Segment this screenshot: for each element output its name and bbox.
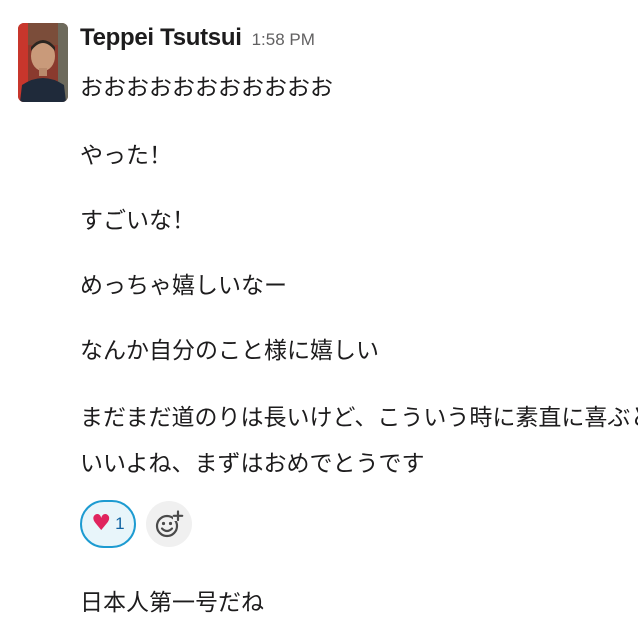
add-reaction-button[interactable] <box>146 501 192 547</box>
followup-message-line: 日本人第一号だね <box>80 590 264 616</box>
message-line: いいよね、まずはおめでとうです <box>80 451 425 477</box>
reaction-heart-button[interactable]: ♥ 1 <box>80 500 136 548</box>
message: Teppei Tsutsui 1:58 PM おおおおおおおおおおお やった！ … <box>0 0 638 638</box>
message-header: Teppei Tsutsui 1:58 PM <box>80 24 315 52</box>
add-emoji-icon <box>155 510 184 538</box>
message-line: おおおおおおおおおおお <box>80 75 333 101</box>
avatar[interactable] <box>18 23 68 102</box>
timestamp[interactable]: 1:58 PM <box>252 30 315 50</box>
message-line: やった！ <box>80 143 172 169</box>
reaction-count: 1 <box>115 514 125 533</box>
message-line: まだまだ道のりは長いけど、こういう時に素直に喜ぶと <box>80 405 638 431</box>
avatar-photo <box>18 23 68 102</box>
message-line: すごいな！ <box>80 208 195 234</box>
author-name[interactable]: Teppei Tsutsui <box>80 24 242 52</box>
heart-emoji-icon: ♥ <box>91 511 112 536</box>
message-line: めっちゃ嬉しいなー <box>80 273 287 299</box>
message-line: なんか自分のこと様に嬉しい <box>80 338 379 364</box>
reactions-bar: ♥ 1 <box>80 500 192 548</box>
